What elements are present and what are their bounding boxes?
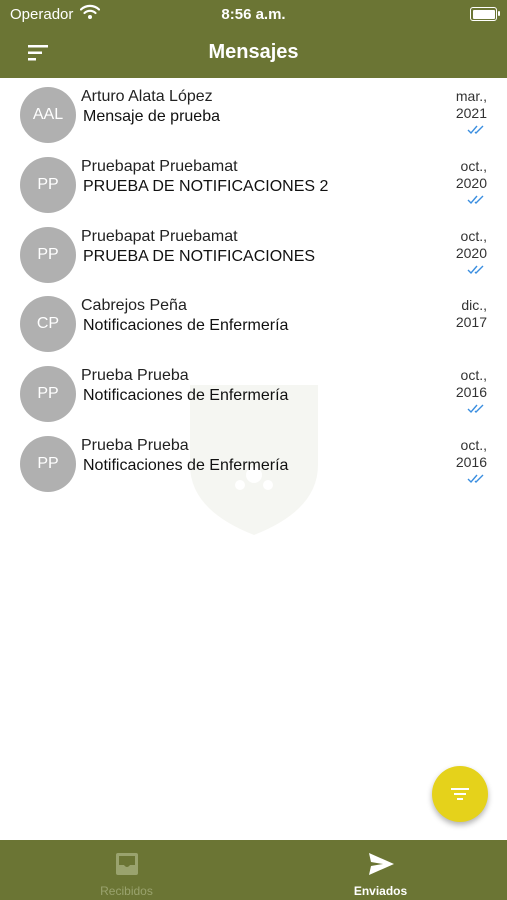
message-row[interactable]: PP Prueba Prueba Notificaciones de Enfer… [0, 359, 507, 429]
message-subject: Notificaciones de Enfermería [83, 387, 289, 404]
message-date: mar., 2021 [456, 88, 487, 122]
double-check-icon [467, 404, 484, 414]
double-check-icon [467, 265, 484, 275]
message-sender: Pruebapat Pruebamat [81, 158, 238, 175]
avatar: PP [20, 366, 76, 422]
nav-bar: Mensajes [0, 28, 507, 78]
avatar: AAL [20, 87, 76, 143]
message-row[interactable]: CP Cabrejos Peña Notificaciones de Enfer… [0, 289, 507, 359]
message-sender: Prueba Prueba [81, 437, 189, 454]
message-date: dic., 2017 [456, 297, 487, 331]
double-check-icon [467, 474, 484, 484]
message-row[interactable]: PP Pruebapat Pruebamat PRUEBA DE NOTIFIC… [0, 220, 507, 290]
message-date: oct., 2020 [456, 228, 487, 262]
message-sender: Pruebapat Pruebamat [81, 228, 238, 245]
inbox-icon [115, 853, 138, 875]
message-subject: PRUEBA DE NOTIFICACIONES 2 [83, 178, 329, 195]
message-row[interactable]: PP Prueba Prueba Notificaciones de Enfer… [0, 429, 507, 499]
double-check-icon [467, 195, 484, 205]
page-title: Mensajes [208, 41, 299, 63]
tab-enviados[interactable]: Enviados [254, 840, 507, 900]
avatar: PP [20, 157, 76, 213]
message-subject: Notificaciones de Enfermería [83, 317, 289, 334]
message-row[interactable]: AAL Arturo Alata López Mensaje de prueba… [0, 80, 507, 150]
message-date: oct., 2020 [456, 158, 487, 192]
message-date-month: oct., [460, 228, 487, 244]
message-date-year: 2016 [455, 454, 487, 470]
message-date: oct., 2016 [456, 437, 487, 471]
message-row[interactable]: PP Pruebapat Pruebamat PRUEBA DE NOTIFIC… [0, 150, 507, 220]
message-date-year: 2020 [455, 175, 487, 191]
double-check-icon [467, 125, 484, 135]
message-date-year: 2021 [455, 105, 487, 121]
message-subject: Notificaciones de Enfermería [83, 457, 289, 474]
app-header: Operador 8:56 a.m. Mensajes [0, 0, 507, 78]
message-sender: Prueba Prueba [81, 367, 189, 384]
filter-fab-button[interactable] [432, 766, 488, 822]
message-sender: Arturo Alata López [81, 88, 213, 105]
filter-icon [451, 788, 469, 800]
message-date-month: oct., [460, 367, 487, 383]
status-time: 8:56 a.m. [221, 6, 286, 23]
message-subject: PRUEBA DE NOTIFICACIONES [83, 248, 316, 265]
send-icon [368, 853, 394, 875]
message-date-year: 2017 [455, 314, 487, 330]
message-date-month: oct., [460, 437, 487, 453]
message-date-year: 2020 [455, 245, 487, 261]
tab-recibidos[interactable]: Recibidos [0, 840, 253, 900]
avatar: PP [20, 227, 76, 283]
status-bar: Operador 8:56 a.m. [0, 0, 507, 28]
avatar: PP [20, 436, 76, 492]
message-sender: Cabrejos Peña [81, 297, 187, 314]
message-date-month: mar., [455, 88, 487, 104]
tab-label: Enviados [353, 884, 408, 898]
tab-bar: Recibidos Enviados [0, 840, 507, 900]
tab-label: Recibidos [100, 884, 153, 898]
message-subject: Mensaje de prueba [83, 108, 220, 125]
message-date-month: oct., [460, 158, 487, 174]
battery-icon [470, 7, 500, 21]
avatar: CP [20, 296, 76, 352]
message-date: oct., 2016 [456, 367, 487, 401]
message-date-year: 2016 [455, 384, 487, 400]
message-date-month: dic., [461, 297, 487, 313]
